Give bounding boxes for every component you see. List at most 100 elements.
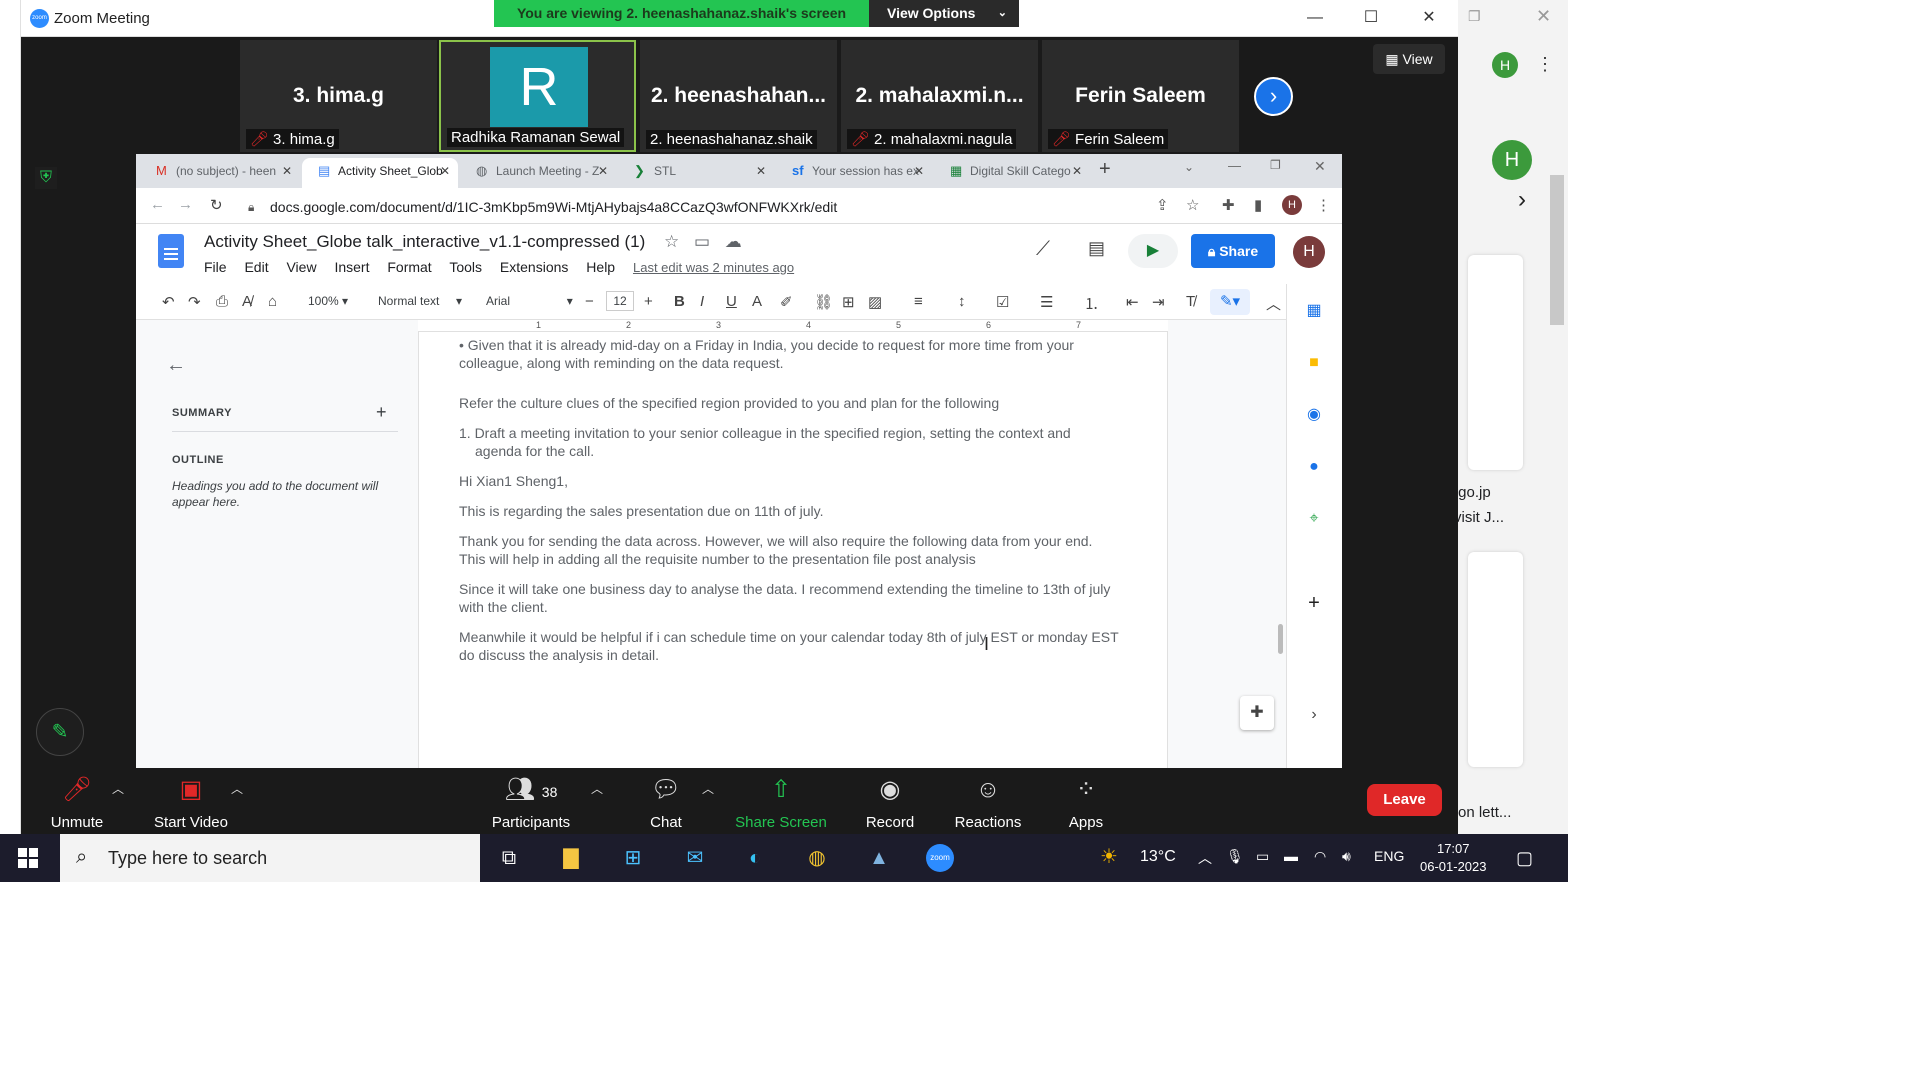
security-shield-icon[interactable]: ⛨: [35, 167, 57, 189]
close-tab-icon[interactable]: ✕: [282, 158, 292, 184]
contacts-icon[interactable]: ●: [1303, 456, 1325, 478]
close-tab-icon[interactable]: ✕: [1072, 158, 1082, 184]
document-paragraph[interactable]: Refer the culture clues of the specified…: [459, 394, 1119, 412]
participants-button[interactable]: 👥︎ 38 Participants: [491, 774, 571, 831]
insert-link-icon[interactable]: ⛓: [814, 293, 833, 311]
leave-button[interactable]: Leave: [1367, 784, 1442, 816]
editing-mode-pencil-icon[interactable]: ✎▾: [1210, 289, 1250, 315]
print-icon[interactable]: ⎙: [216, 293, 228, 310]
participant-tile[interactable]: 3. hima.g 🎤︎ 3. hima.g: [240, 40, 437, 152]
share-page-icon[interactable]: ⇪: [1156, 196, 1169, 214]
next-participants-button[interactable]: ›: [1254, 77, 1293, 116]
microsoft-store-icon[interactable]: ⊞: [618, 844, 648, 872]
style-select[interactable]: Normal text ▾: [378, 294, 462, 308]
bulleted-list-icon[interactable]: ☰: [1040, 293, 1053, 311]
maps-icon[interactable]: ⌖: [1303, 508, 1325, 530]
apps-button[interactable]: ⁘ Apps: [1066, 774, 1106, 831]
close-icon[interactable]: ✕: [1314, 158, 1326, 175]
mail-icon[interactable]: ✉: [680, 844, 710, 872]
url-field[interactable]: 🔒︎ docs.google.com/document/d/1IC-3mKbp5…: [240, 193, 1192, 221]
menu-edit[interactable]: Edit: [244, 259, 268, 275]
browser-profile-avatar[interactable]: H: [1282, 195, 1302, 215]
document-paragraph[interactable]: Hi Xian1 Sheng1,: [459, 472, 1119, 490]
taskbar-search-box[interactable]: ⌕ Type here to search: [60, 834, 480, 882]
zoom-select[interactable]: 100% ▾: [308, 294, 348, 308]
restore-icon[interactable]: ❐: [1468, 8, 1481, 25]
paint-format-icon[interactable]: ⌂: [268, 293, 277, 310]
calendar-icon[interactable]: ▦: [1303, 300, 1325, 322]
highlight-pen-icon[interactable]: ✐: [780, 293, 793, 311]
edge-browser-icon[interactable]: ◐: [740, 844, 770, 872]
unmute-button[interactable]: 🎤︎ Unmute: [49, 774, 105, 831]
windows-start-icon[interactable]: [18, 848, 38, 868]
menu-view[interactable]: View: [286, 259, 316, 275]
close-icon[interactable]: ✕: [1411, 6, 1447, 30]
underline-icon[interactable]: U: [726, 293, 737, 310]
close-tab-icon[interactable]: ✕: [756, 158, 766, 184]
photos-icon[interactable]: ▲: [864, 844, 894, 872]
browser-tab[interactable]: ❯ STL ✕: [618, 158, 774, 188]
start-video-button[interactable]: ▣ Start Video: [151, 774, 231, 831]
document-scrollbar[interactable]: [1278, 624, 1283, 654]
participant-tile[interactable]: 2. mahalaxmi.n... 🎤︎ 2. mahalaxmi.nagula: [841, 40, 1038, 152]
hide-panel-chevron-icon[interactable]: ›: [1303, 704, 1325, 726]
minimize-icon[interactable]: —: [1228, 158, 1241, 173]
chevron-right-icon[interactable]: ›: [1518, 186, 1526, 214]
menu-extensions[interactable]: Extensions: [500, 259, 568, 275]
document-paragraph[interactable]: Thank you for sending the data across. H…: [459, 532, 1119, 568]
menu-help[interactable]: Help: [586, 259, 615, 275]
add-comment-icon[interactable]: ⊞: [842, 293, 855, 311]
restore-icon[interactable]: ❐: [1270, 158, 1281, 172]
decrease-indent-icon[interactable]: ⇤: [1126, 293, 1139, 311]
document-paragraph[interactable]: • Given that it is already mid-day on a …: [459, 336, 1119, 372]
view-options-button[interactable]: View Options ⌄: [869, 0, 1019, 27]
close-tab-icon[interactable]: ✕: [598, 158, 608, 184]
clear-formatting-icon[interactable]: T̸: [1186, 293, 1195, 310]
share-screen-button[interactable]: ⇧ Share Screen: [735, 774, 827, 831]
extensions-puzzle-icon[interactable]: ✚: [1222, 196, 1235, 214]
network-icon[interactable]: ▭: [1256, 848, 1269, 865]
redo-icon[interactable]: ↷: [188, 293, 201, 311]
view-layout-button[interactable]: ▦ View: [1373, 44, 1445, 74]
browser-tab[interactable]: ◍ Launch Meeting - Z ✕: [460, 158, 616, 188]
weather-sun-icon[interactable]: ☀: [1100, 844, 1118, 869]
numbered-list-icon[interactable]: ⒈: [1084, 293, 1099, 314]
chat-options-caret[interactable]: ︿: [702, 780, 714, 797]
browser-tab[interactable]: sf Your session has ex ✕: [776, 158, 932, 188]
insert-image-icon[interactable]: ▨: [868, 293, 882, 311]
line-spacing-icon[interactable]: ↕: [958, 293, 966, 310]
google-docs-logo-icon[interactable]: [158, 234, 184, 268]
bold-icon[interactable]: B: [674, 293, 685, 310]
document-paragraph[interactable]: 1. Draft a meeting invitation to your se…: [459, 424, 1119, 460]
increase-indent-icon[interactable]: ⇥: [1152, 293, 1165, 311]
chat-button[interactable]: 💬︎ Chat: [646, 774, 686, 831]
participant-tile-active-speaker[interactable]: R Radhika Ramanan Sewal: [439, 40, 636, 152]
add-ons-plus-icon[interactable]: +: [1303, 592, 1325, 614]
tasks-icon[interactable]: ◉: [1303, 404, 1325, 426]
reactions-button[interactable]: ☺ Reactions: [953, 774, 1023, 831]
bookmark-star-icon[interactable]: ☆: [1186, 196, 1199, 214]
reload-icon[interactable]: ↻: [210, 196, 223, 214]
file-explorer-icon[interactable]: ▇: [556, 844, 586, 872]
italic-icon[interactable]: I: [700, 293, 704, 310]
forward-arrow-icon[interactable]: →: [178, 196, 193, 213]
profile-avatar-large[interactable]: H: [1492, 140, 1532, 180]
document-paragraph[interactable]: Since it will take one business day to a…: [459, 580, 1119, 616]
tab-search-icon[interactable]: ⌄: [1184, 160, 1194, 174]
side-panel-icon[interactable]: ▮: [1254, 196, 1262, 214]
menu-file[interactable]: File: [204, 259, 227, 275]
increase-font-size-icon[interactable]: +: [644, 293, 653, 310]
star-icon[interactable]: ☆: [664, 232, 679, 251]
battery-icon[interactable]: ▬: [1284, 848, 1298, 864]
keep-icon[interactable]: ■: [1303, 352, 1325, 374]
horizontal-ruler[interactable]: 1 2 3 4 5 6 7: [418, 320, 1168, 332]
annotate-pencil-icon[interactable]: ✎: [36, 708, 84, 756]
participants-options-caret[interactable]: ︿: [591, 780, 603, 797]
minimize-icon[interactable]: —: [1297, 6, 1333, 30]
menu-tools[interactable]: Tools: [449, 259, 482, 275]
explore-icon[interactable]: ✚: [1240, 696, 1274, 730]
text-color-icon[interactable]: A: [752, 293, 762, 310]
microphone-icon[interactable]: 🎙︎: [1226, 848, 1244, 865]
document-title[interactable]: Activity Sheet_Globe talk_interactive_v1…: [204, 232, 742, 252]
font-size-input[interactable]: 12: [606, 291, 634, 311]
